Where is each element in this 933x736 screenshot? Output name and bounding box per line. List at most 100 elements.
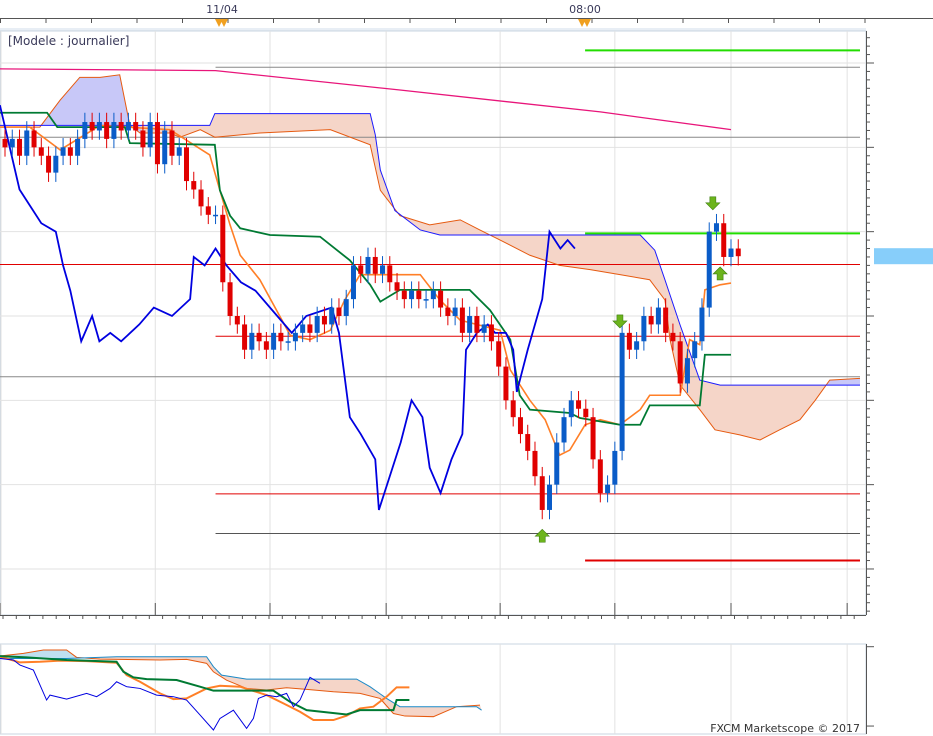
candle-body <box>663 307 669 333</box>
candle-body <box>481 324 487 333</box>
candle-body <box>539 476 545 510</box>
candle-body <box>75 138 81 156</box>
top-label-date: 11/04 <box>206 3 238 16</box>
candle-body <box>96 122 102 131</box>
candle-body <box>329 307 335 325</box>
candle-body <box>169 130 175 156</box>
candle-body <box>445 307 451 316</box>
candle-body <box>655 307 661 325</box>
candle-body <box>409 290 415 300</box>
candle-body <box>590 417 596 460</box>
candle-body <box>547 484 552 510</box>
candle-body <box>387 265 393 283</box>
candle-body <box>242 324 248 350</box>
candle-body <box>336 307 342 316</box>
candle <box>220 205 226 292</box>
candle-body <box>307 324 313 333</box>
candle-body <box>227 282 233 316</box>
candle-body <box>677 341 683 384</box>
overview-panel[interactable] <box>0 643 874 735</box>
candle-body <box>597 459 603 494</box>
candle-body <box>735 248 741 257</box>
ichimoku-chart[interactable]: [Modele : journalier] 11/04 08:00 FXCM M… <box>0 0 933 736</box>
candle-body <box>554 442 560 485</box>
candle-body <box>343 299 349 316</box>
candle-body <box>517 417 523 435</box>
candle-body <box>125 122 131 131</box>
candle-body <box>605 484 611 494</box>
candle-body <box>467 315 473 333</box>
candle-body <box>234 315 240 325</box>
candle <box>619 323 625 461</box>
candle-body <box>89 122 95 131</box>
candle-body <box>321 315 327 325</box>
candle-body <box>634 341 640 350</box>
candle-body <box>684 358 690 384</box>
candle-body <box>104 122 110 139</box>
top-label-time: 08:00 <box>569 3 601 16</box>
model-label: [Modele : journalier] <box>8 34 129 48</box>
candle-body <box>263 341 269 350</box>
candle-body <box>568 400 574 418</box>
candle-body <box>292 332 298 342</box>
copyright: FXCM Marketscope © 2017 <box>710 722 860 735</box>
candle-body <box>416 290 422 300</box>
candle-body <box>612 450 618 485</box>
candle-body <box>133 122 139 131</box>
candle-body <box>271 332 277 350</box>
candle-body <box>438 290 444 308</box>
candle-body <box>111 122 117 139</box>
candle-body <box>510 400 516 418</box>
candle-body <box>118 122 124 131</box>
candle-body <box>728 248 734 257</box>
candle-body <box>38 147 44 156</box>
candle-body <box>532 450 538 477</box>
candle <box>706 222 712 317</box>
candle-body <box>641 315 647 342</box>
candle-body <box>256 332 262 342</box>
candle-body <box>713 223 719 232</box>
candle-body <box>561 417 567 443</box>
candle-body <box>285 341 291 343</box>
candle-body <box>459 307 465 333</box>
candle-body <box>699 307 705 342</box>
candle-body <box>365 256 371 274</box>
price-axis[interactable] <box>866 31 933 615</box>
event-marker-icon <box>215 19 228 27</box>
candle-body <box>198 189 204 207</box>
candle-body <box>706 231 712 308</box>
chart-window: [Modele : journalier] 11/04 08:00 FXCM M… <box>0 0 933 736</box>
candle-body <box>17 138 23 156</box>
candle-body <box>474 315 480 333</box>
candle-body <box>2 138 8 148</box>
event-marker-icon <box>578 19 591 27</box>
plot-frame <box>0 30 867 616</box>
top-time-axis <box>0 18 933 31</box>
candle-body <box>53 155 59 173</box>
candle-body <box>191 181 197 190</box>
candle-body <box>314 315 320 333</box>
candle-body <box>82 122 88 139</box>
candle-body <box>372 256 378 274</box>
candle-body <box>401 290 407 300</box>
grid <box>0 30 867 616</box>
candle-body <box>452 307 458 316</box>
candle-body <box>9 138 15 148</box>
candle-body <box>60 147 66 156</box>
candle-body <box>176 147 182 156</box>
candle-body <box>423 299 429 301</box>
candle-body <box>147 122 153 148</box>
candle-body <box>67 147 73 156</box>
current-price-badge <box>874 248 933 265</box>
candle-body <box>503 366 509 401</box>
candle-body <box>488 324 494 342</box>
candle-body <box>213 214 219 217</box>
candle-body <box>31 130 37 148</box>
candle-body <box>525 434 531 451</box>
candle-body <box>24 130 30 156</box>
candle-body <box>46 155 52 173</box>
candle-body <box>249 332 255 350</box>
candle-body <box>278 332 284 342</box>
candle-body <box>300 324 306 333</box>
candle-body <box>576 400 582 409</box>
